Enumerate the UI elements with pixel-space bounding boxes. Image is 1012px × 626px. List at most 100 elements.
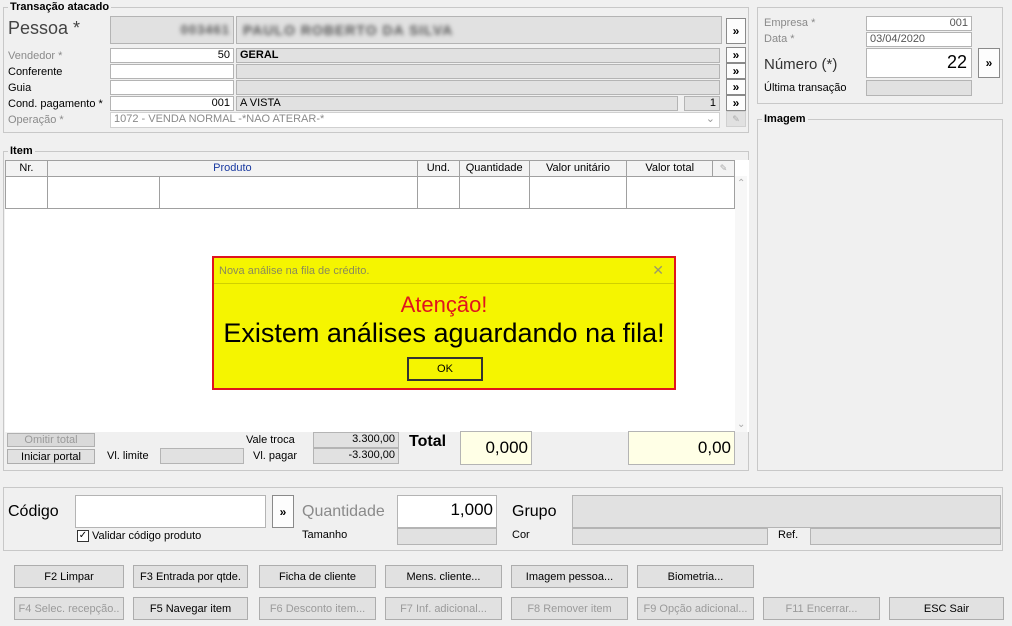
biometria-button[interactable]: Biometria... [637, 565, 754, 588]
cond-num-field[interactable]: 1 [684, 96, 720, 111]
item-grid-header: Nr. Produto Und. Quantidade Valor unitár… [5, 160, 735, 177]
cell-produto-code[interactable] [48, 177, 160, 208]
col-nr[interactable]: Nr. [6, 161, 48, 176]
pessoa-name: PAULO ROBERTO DA SILVA [243, 22, 454, 38]
guia-name-field[interactable] [236, 80, 720, 95]
cond-more-button[interactable]: » [726, 95, 746, 111]
omitir-total-button[interactable]: Omitir total [7, 433, 95, 447]
ref-label: Ref. [778, 529, 799, 541]
pessoa-code-field[interactable]: 003461 [110, 16, 234, 44]
f7-inf-adicional-button[interactable]: F7 Inf. adicional... [385, 597, 502, 620]
numero-field[interactable]: 22 [866, 48, 972, 78]
conferente-code-field[interactable] [110, 64, 234, 79]
credit-queue-dialog: Nova análise na fila de crédito. ✕ Atenç… [212, 256, 676, 390]
imagem-pessoa-button[interactable]: Imagem pessoa... [511, 565, 628, 588]
transacao-title: Transação atacado [8, 1, 112, 13]
dialog-message-text: Existem análises aguardando na fila! [223, 318, 665, 348]
validar-codigo-checkbox[interactable]: ✓ [77, 530, 89, 542]
f8-remover-item-button[interactable]: F8 Remover item [511, 597, 628, 620]
vendedor-label: Vendedor * [8, 50, 63, 62]
cond-name-field[interactable]: A VISTA [236, 96, 678, 111]
f11-encerrar-button[interactable]: F11 Encerrar... [763, 597, 880, 620]
f3-entrada-button[interactable]: F3 Entrada por qtde. [133, 565, 248, 588]
col-und[interactable]: Und. [418, 161, 460, 176]
f9-opcao-adicional-button[interactable]: F9 Opção adicional... [637, 597, 754, 620]
col-quantidade[interactable]: Quantidade [460, 161, 530, 176]
item-grid-row[interactable] [5, 176, 735, 209]
imagem-group: Imagem [757, 113, 1003, 471]
cell-valor-unitario[interactable] [530, 177, 628, 208]
data-label: Data * [764, 33, 795, 45]
close-icon[interactable]: ✕ [652, 262, 664, 279]
numero-more-button[interactable]: » [978, 48, 1000, 78]
iniciar-portal-label: Iniciar portal [21, 450, 81, 463]
codigo-more-button[interactable]: » [272, 495, 294, 528]
empresa-field[interactable]: 001 [866, 16, 972, 31]
item-title: Item [8, 145, 35, 157]
mens-cliente-button[interactable]: Mens. cliente... [385, 565, 502, 588]
vl-limite-label: Vl. limite [107, 450, 149, 462]
cor-field[interactable] [572, 528, 768, 545]
cond-pagamento-label: Cond. pagamento * [8, 98, 103, 110]
cor-label: Cor [512, 529, 530, 541]
dialog-ok-button[interactable]: OK [407, 357, 483, 381]
ultima-transacao-field[interactable] [866, 80, 972, 96]
grid-options-icon[interactable]: ✎ [713, 161, 734, 176]
ref-field[interactable] [810, 528, 1001, 545]
pessoa-name-field[interactable]: PAULO ROBERTO DA SILVA [236, 16, 722, 44]
operacao-options-button[interactable]: ✎ [726, 111, 746, 127]
cond-code-field[interactable]: 001 [110, 96, 234, 111]
total-qty-field[interactable]: 0,000 [460, 431, 532, 465]
cell-nr[interactable] [6, 177, 48, 208]
pencil-icon: ✎ [732, 113, 740, 124]
cell-und[interactable] [418, 177, 460, 208]
cell-quantidade[interactable] [460, 177, 530, 208]
total-value-field[interactable]: 0,00 [628, 431, 735, 465]
vendedor-code-field[interactable]: 50 [110, 48, 234, 63]
conferente-name-field[interactable] [236, 64, 720, 79]
col-produto-label: Produto [213, 162, 252, 174]
guia-code-field[interactable] [110, 80, 234, 95]
vendedor-more-button[interactable]: » [726, 47, 746, 63]
chevron-down-icon: ⌄ [705, 113, 715, 125]
quantidade-label: Quantidade [302, 503, 385, 520]
f2-limpar-button[interactable]: F2 Limpar [14, 565, 124, 588]
iniciar-portal-button[interactable]: Iniciar portal [7, 449, 95, 464]
grid-scrollbar[interactable]: ⌃ ⌄ [735, 176, 747, 432]
tamanho-label: Tamanho [302, 529, 348, 541]
validar-codigo-label: Validar código produto [92, 530, 202, 542]
omitir-total-label: Omitir total [24, 434, 78, 446]
dialog-attention-text: Atenção! [400, 292, 488, 317]
vl-limite-field[interactable] [160, 448, 244, 464]
f6-desconto-item-button[interactable]: F6 Desconto item... [259, 597, 376, 620]
scroll-down-icon[interactable]: ⌄ [737, 419, 745, 430]
vale-troca-label: Vale troca [246, 434, 295, 446]
esc-sair-button[interactable]: ESC Sair [889, 597, 1004, 620]
cell-valor-total[interactable] [627, 177, 734, 208]
codigo-input[interactable] [75, 495, 266, 528]
dialog-titlebar: Nova análise na fila de crédito. ✕ [214, 258, 674, 284]
f5-navegar-item-button[interactable]: F5 Navegar item [133, 597, 248, 620]
grupo-label: Grupo [512, 503, 557, 520]
vl-pagar-field[interactable]: -3.300,00 [313, 448, 399, 464]
codigo-label: Código [8, 503, 59, 520]
scroll-up-icon[interactable]: ⌃ [737, 178, 745, 189]
grupo-field[interactable] [572, 495, 1001, 528]
vendedor-name-field[interactable]: GERAL [236, 48, 720, 63]
conferente-label: Conferente [8, 66, 63, 78]
col-valor-unitario[interactable]: Valor unitário [530, 161, 628, 176]
ultima-transacao-label: Última transação [764, 82, 847, 94]
guia-more-button[interactable]: » [726, 79, 746, 95]
conferente-more-button[interactable]: » [726, 63, 746, 79]
tamanho-field[interactable] [397, 528, 497, 545]
cell-produto-desc[interactable] [160, 177, 418, 208]
data-field[interactable]: 03/04/2020 [866, 32, 972, 47]
operacao-select[interactable]: 1072 - VENDA NORMAL -*NAO ATERAR-* ⌄ [110, 112, 720, 128]
col-valor-total[interactable]: Valor total [627, 161, 714, 176]
quantidade-field[interactable]: 1,000 [397, 495, 497, 528]
f4-selec-recepcao-button[interactable]: F4 Selec. recepção.. [14, 597, 124, 620]
col-produto[interactable]: Produto [48, 161, 418, 176]
ficha-cliente-button[interactable]: Ficha de cliente [259, 565, 376, 588]
vale-troca-field[interactable]: 3.300,00 [313, 432, 399, 448]
pessoa-more-button[interactable]: » [726, 18, 746, 44]
